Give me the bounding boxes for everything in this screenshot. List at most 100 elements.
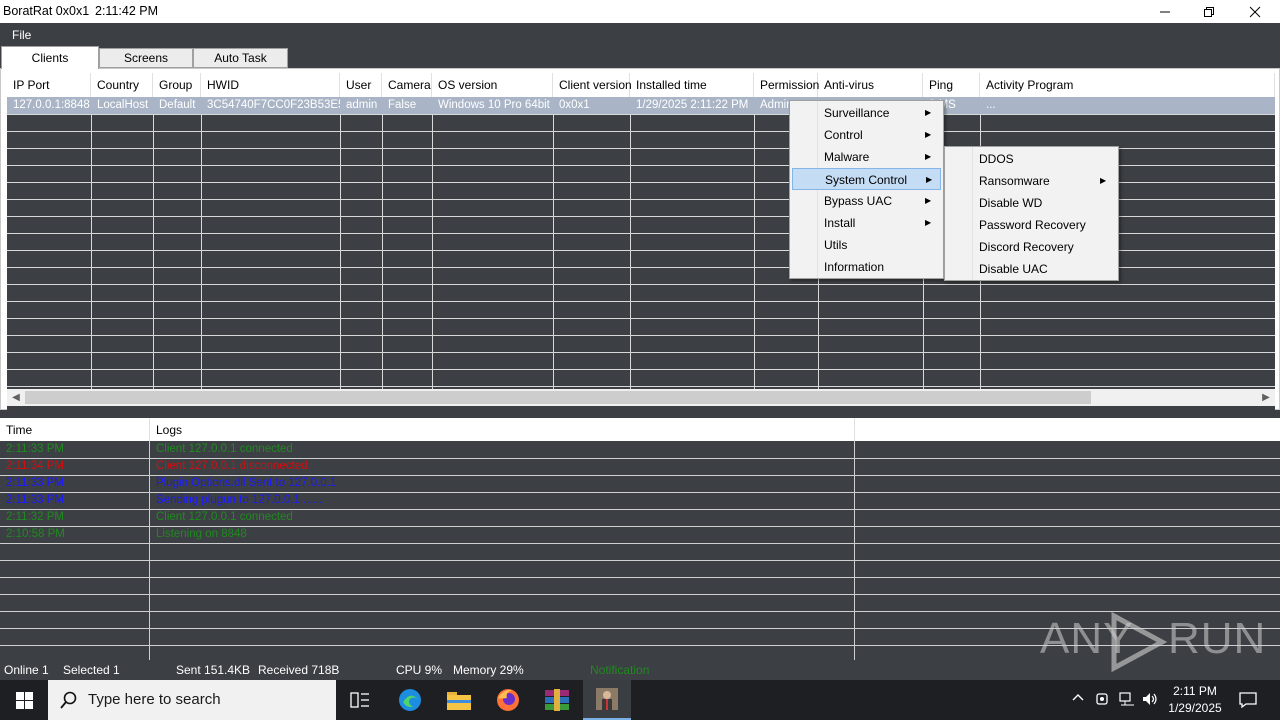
- tab-strip: Clients Screens Auto Task: [0, 46, 1280, 69]
- menu-item-label: Utils: [824, 238, 848, 252]
- table-cell: 127.0.0.1:8848: [13, 99, 90, 111]
- menu-item-control[interactable]: Control ▶: [792, 124, 941, 146]
- log-time: 2:10:58 PM: [6, 528, 65, 540]
- tray-chevron-up-icon[interactable]: [1072, 692, 1084, 707]
- menu-item-install[interactable]: Install ▶: [792, 212, 941, 234]
- submenu-arrow-icon: ▶: [925, 108, 932, 117]
- anyrun-watermark: ANY RUN: [1040, 610, 1265, 672]
- menu-item-ransomware[interactable]: Ransomware ▶: [947, 170, 1116, 192]
- menu-item-disable-uac[interactable]: Disable UAC: [947, 258, 1116, 280]
- log-time: 2:11:33 PM: [6, 477, 64, 489]
- task-view-button[interactable]: [336, 680, 384, 720]
- search-icon: [60, 691, 77, 709]
- horizontal-scrollbar[interactable]: ◀ ▶: [7, 389, 1275, 406]
- notification-center-button[interactable]: [1224, 680, 1272, 720]
- log-message: Plugin Options.dll Sent to 127.0.0.1: [156, 477, 337, 489]
- table-cell: 1/29/2025 2:11:22 PM: [636, 99, 749, 111]
- log-row[interactable]: 2:11:32 PM Client 127.0.0.1 connected: [0, 509, 1280, 526]
- scroll-right-icon[interactable]: ▶: [1258, 390, 1274, 405]
- column-header[interactable]: Country: [91, 73, 153, 97]
- start-button[interactable]: [0, 680, 48, 720]
- logs-col-logs[interactable]: Logs: [156, 423, 182, 437]
- menu-item-label: Disable WD: [979, 196, 1043, 210]
- close-button[interactable]: [1232, 0, 1278, 23]
- minimize-button[interactable]: [1142, 0, 1188, 23]
- status-notification[interactable]: Notification: [590, 663, 649, 677]
- table-cell: False: [388, 99, 417, 111]
- taskbar: Type here to search 2:11 PM 1/29/2025: [0, 680, 1280, 720]
- submenu-arrow-icon: ▶: [926, 175, 933, 184]
- column-header[interactable]: Client version: [553, 73, 632, 97]
- tray-network-icon[interactable]: [1119, 692, 1135, 709]
- log-time: 2:11:34 PM: [6, 460, 64, 472]
- log-message: Listening on 8848: [156, 528, 247, 540]
- log-row[interactable]: 2:11:34 PM Client 127.0.0.1 disconnected: [0, 458, 1280, 475]
- log-row[interactable]: 2:11:33 PM Client 127.0.0.1 connected: [0, 441, 1280, 458]
- menu-item-ddos[interactable]: DDOS: [947, 148, 1116, 170]
- taskbar-clock[interactable]: 2:11 PM 1/29/2025: [1160, 683, 1230, 717]
- tab-screens[interactable]: Screens: [99, 48, 193, 68]
- submenu-arrow-icon: ▶: [1100, 176, 1107, 185]
- table-row[interactable]: 127.0.0.1:8848 LocalHost Default 3C54740F7C…: [7, 97, 1275, 114]
- menu-item-bypass-uac[interactable]: Bypass UAC ▶: [792, 190, 941, 212]
- menu-item-label: Surveillance: [824, 106, 890, 120]
- menu-item-discord-recovery[interactable]: Discord Recovery: [947, 236, 1116, 258]
- close-icon: [1249, 6, 1261, 17]
- scroll-left-icon[interactable]: ◀: [8, 390, 24, 405]
- client-context-menu: Surveillance ▶ Control ▶ Malware ▶ System Cont…: [789, 100, 944, 279]
- log-row[interactable]: 2:11:33 PM Sending plugun to 127.0.0.1 ..…: [0, 492, 1280, 509]
- submenu-arrow-icon: ▶: [925, 152, 932, 161]
- menu-item-system-control[interactable]: System Control ▶: [792, 168, 941, 190]
- taskbar-search-box[interactable]: Type here to search: [48, 680, 336, 720]
- winrar-taskbar-button[interactable]: [533, 680, 581, 720]
- tray-meet-icon[interactable]: [1096, 692, 1110, 709]
- restore-button[interactable]: [1186, 0, 1232, 23]
- log-row[interactable]: 2:11:33 PM Plugin Options.dll Sent to 127…: [0, 475, 1280, 492]
- menu-item-malware[interactable]: Malware ▶: [792, 146, 941, 168]
- title-bar: BoratRat 0x0x1 2:11:42 PM: [0, 0, 1280, 23]
- column-header[interactable]: Permission: [754, 73, 819, 97]
- table-cell: 3C54740F7CC0F23B53E5: [207, 99, 340, 111]
- submenu-arrow-icon: ▶: [925, 196, 932, 205]
- firefox-taskbar-button[interactable]: [484, 680, 532, 720]
- clock-date: 1/29/2025: [1168, 701, 1222, 715]
- menu-item-disable-wd[interactable]: Disable WD: [947, 192, 1116, 214]
- logs-col-time[interactable]: Time: [6, 423, 32, 437]
- menu-file[interactable]: File: [12, 28, 31, 42]
- status-memory: Memory 29%: [453, 663, 524, 677]
- tab-auto-task[interactable]: Auto Task: [193, 48, 288, 68]
- tab-clients[interactable]: Clients: [1, 46, 99, 69]
- boratrat-taskbar-button[interactable]: [583, 680, 631, 720]
- column-header[interactable]: Group: [153, 73, 201, 97]
- status-online: Online 1: [4, 663, 49, 677]
- task-view-icon: [350, 692, 369, 708]
- watermark-right: RUN: [1168, 614, 1267, 663]
- column-header[interactable]: IP Port: [7, 73, 91, 97]
- title-time: 2:11:42 PM: [95, 4, 159, 18]
- menu-item-label: Control: [824, 128, 863, 142]
- edge-taskbar-button[interactable]: [386, 680, 434, 720]
- menu-item-information[interactable]: Information: [792, 256, 941, 278]
- log-message: Client 127.0.0.1 connected: [156, 511, 293, 523]
- menu-item-label: System Control: [825, 173, 908, 187]
- column-header[interactable]: User: [340, 73, 382, 97]
- menu-item-surveillance[interactable]: Surveillance ▶: [792, 102, 941, 124]
- menu-item-password-recovery[interactable]: Password Recovery: [947, 214, 1116, 236]
- menu-item-utils[interactable]: Utils: [792, 234, 941, 256]
- column-header[interactable]: Activity Program: [980, 73, 1275, 97]
- status-cpu: CPU 9%: [396, 663, 443, 677]
- column-header[interactable]: Anti-virus: [818, 73, 923, 97]
- search-placeholder: Type here to search: [88, 691, 221, 708]
- column-header[interactable]: OS version: [432, 73, 553, 97]
- column-header[interactable]: Installed time: [630, 73, 754, 97]
- tray-volume-icon[interactable]: [1142, 692, 1158, 709]
- column-header[interactable]: Camera: [382, 73, 432, 97]
- log-row[interactable]: 2:10:58 PM Listening on 8848: [0, 526, 1280, 543]
- column-header[interactable]: HWID: [201, 73, 340, 97]
- menu-item-label: Install: [824, 216, 856, 230]
- table-cell: ...: [986, 99, 996, 111]
- menu-item-label: Discord Recovery: [979, 240, 1074, 254]
- scrollbar-thumb[interactable]: [25, 391, 1091, 404]
- column-header[interactable]: Ping: [923, 73, 980, 97]
- file-explorer-taskbar-button[interactable]: [435, 680, 483, 720]
